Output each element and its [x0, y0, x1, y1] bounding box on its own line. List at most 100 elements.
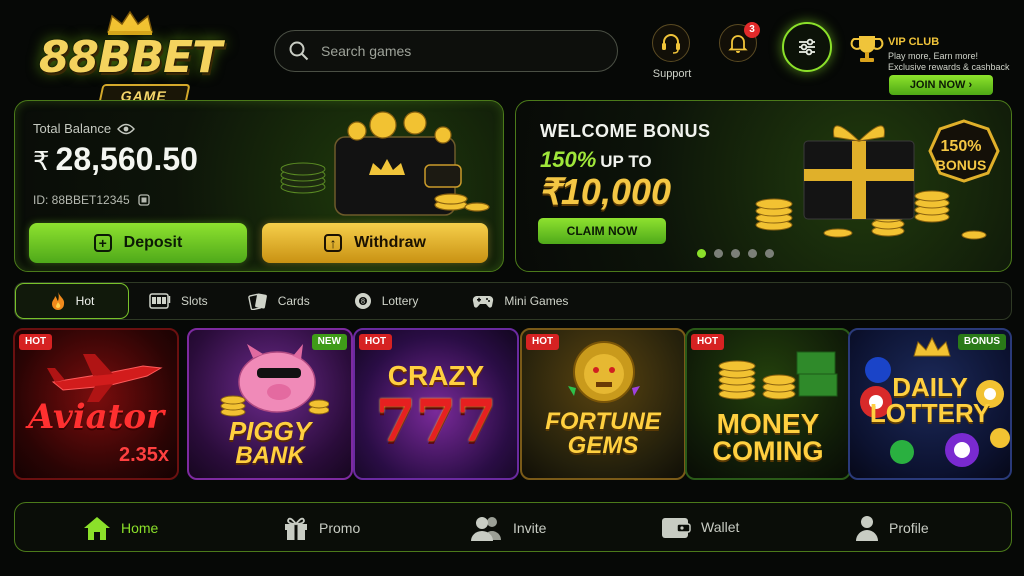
promo-headline: WELCOME BONUS — [540, 121, 711, 141]
game-tile-fortune-gems[interactable]: HOT FORTUNE GEMS — [520, 328, 686, 480]
home-icon — [84, 517, 110, 540]
chevron-right-icon: › — [968, 79, 973, 91]
trophy-icon — [850, 36, 884, 62]
bonus-badge-percent: 150% — [940, 138, 982, 155]
search-input[interactable] — [321, 43, 601, 59]
join-now-button[interactable]: JOIN NOW › — [889, 75, 993, 95]
tab-label: Cards — [277, 294, 310, 308]
support-button[interactable]: Support — [652, 24, 692, 80]
nav-label: Home — [121, 520, 159, 536]
game-title: FORTUNE — [545, 408, 661, 435]
withdraw-button[interactable]: ↑ Withdraw — [262, 223, 488, 263]
promo-percent: 150% — [540, 147, 597, 172]
game-tag: HOT — [19, 334, 53, 350]
carousel-dot[interactable] — [748, 249, 757, 258]
game-title-2: 777 — [375, 387, 497, 455]
carousel-dots — [697, 249, 774, 258]
game-tag: HOT — [359, 334, 393, 350]
nav-wallet[interactable]: Wallet — [661, 515, 739, 539]
promo-up-to: UP TO — [600, 152, 652, 171]
game-tile-piggy-bank[interactable]: NEW PIGGY BANK — [187, 328, 353, 480]
game-multiplier: 2.35x — [118, 444, 170, 466]
vip-title: VIP CLUB — [888, 36, 940, 48]
promo-percent-row: 150% UP TO — [540, 147, 652, 173]
carousel-dot[interactable] — [697, 249, 706, 258]
search-icon — [289, 41, 309, 61]
fire-icon — [51, 292, 64, 310]
nav-profile[interactable]: Profile — [855, 515, 929, 541]
plus-icon: + — [93, 234, 112, 252]
nav-label: Invite — [513, 520, 547, 536]
game-title: MONEY — [716, 408, 820, 439]
gift-icon — [285, 517, 307, 540]
tab-label: Slots — [181, 294, 208, 308]
promo-amount: ₹10,000 — [538, 171, 672, 212]
game-title-2: LOTTERY — [869, 398, 991, 428]
game-tag: BONUS — [957, 334, 1006, 350]
game-tag: HOT — [526, 334, 560, 350]
notifications-button[interactable]: 3 — [719, 22, 760, 62]
brand-name: 88BBET — [38, 32, 222, 83]
vip-club-panel: VIP CLUB Play more, Earn more! Exclusive… — [850, 30, 1010, 96]
bell-icon — [728, 35, 748, 53]
nav-home[interactable]: Home — [83, 515, 158, 541]
tab-cards[interactable]: Cards — [236, 283, 322, 319]
game-tag: HOT — [691, 334, 725, 350]
game-tile-aviator[interactable]: HOT Aviator 2.35x — [13, 328, 179, 480]
lion-mask-icon — [568, 341, 640, 403]
carousel-dot[interactable] — [731, 249, 740, 258]
join-now-label: JOIN NOW — [909, 79, 966, 91]
game-title: DAILY — [892, 372, 968, 402]
game-title: PIGGY — [228, 416, 312, 446]
user-id-row: ID: 88BBET12345 — [33, 193, 150, 207]
game-title-2: GEMS — [567, 432, 639, 459]
tab-label: Lottery — [381, 294, 419, 308]
tab-slots[interactable]: Slots — [137, 283, 220, 319]
withdraw-label: Withdraw — [354, 234, 426, 251]
gamepad-icon — [473, 295, 494, 308]
user-icon — [856, 516, 878, 541]
user-id: ID: 88BBET12345 — [33, 193, 130, 207]
bonus-badge-word: BONUS — [935, 157, 987, 173]
sliders-icon — [799, 38, 815, 56]
lottery-ball-icon: 8 — [354, 293, 371, 309]
tab-hot[interactable]: Hot — [15, 283, 129, 319]
tab-lottery[interactable]: 8 Lottery — [342, 283, 431, 319]
welcome-bonus-banner[interactable]: WELCOME BONUS 150% UP TO ₹10,000 CLAIM NO… — [515, 100, 1012, 272]
vip-line-2: Exclusive rewards & cashback — [888, 62, 1010, 72]
wallet-icon — [662, 518, 691, 538]
tab-label: Hot — [75, 294, 95, 308]
nav-label: Promo — [319, 520, 361, 536]
cards-icon — [247, 293, 267, 310]
tab-label: Mini Games — [504, 294, 569, 308]
search-bar[interactable] — [274, 30, 618, 72]
game-title-2: BANK — [235, 442, 305, 469]
slot-machine-icon — [149, 293, 171, 309]
balance-label-row: Total Balance — [33, 121, 135, 136]
logo[interactable]: 88BBET GAME — [30, 10, 230, 108]
game-tile-daily-lottery[interactable]: BONUS DAILY LOTTERY — [848, 328, 1012, 480]
piggy-icon — [220, 344, 329, 417]
game-title: Aviator — [28, 397, 164, 437]
tab-mini-games[interactable]: Mini Games — [460, 283, 580, 319]
bottom-nav: Home Promo Invite Wallet Profile — [14, 502, 1012, 552]
deposit-button[interactable]: + Deposit — [29, 223, 247, 263]
vip-description: Play more, Earn more! Exclusive rewards … — [888, 51, 1018, 73]
filter-button[interactable] — [782, 22, 832, 72]
copy-icon[interactable] — [138, 194, 150, 206]
headset-icon — [662, 34, 680, 54]
game-tile-crazy-777[interactable]: HOT CRAZY 777 — [353, 328, 519, 480]
currency-symbol: ₹ — [33, 146, 50, 176]
users-icon — [471, 517, 501, 541]
category-tabs: Hot Slots Cards 8 Lottery Mini Games — [14, 282, 1012, 320]
carousel-dot[interactable] — [765, 249, 774, 258]
game-tile-money-coming[interactable]: HOT MONEY COMING — [685, 328, 851, 480]
nav-label: Wallet — [701, 519, 740, 535]
nav-invite[interactable]: Invite — [471, 515, 546, 541]
eye-icon[interactable] — [117, 123, 135, 135]
claim-now-button[interactable]: CLAIM NOW — [538, 218, 666, 244]
balance-value: 28,560.50 — [55, 141, 198, 177]
cash-stack-icon — [718, 351, 838, 400]
carousel-dot[interactable] — [714, 249, 723, 258]
nav-promo[interactable]: Promo — [283, 515, 360, 541]
